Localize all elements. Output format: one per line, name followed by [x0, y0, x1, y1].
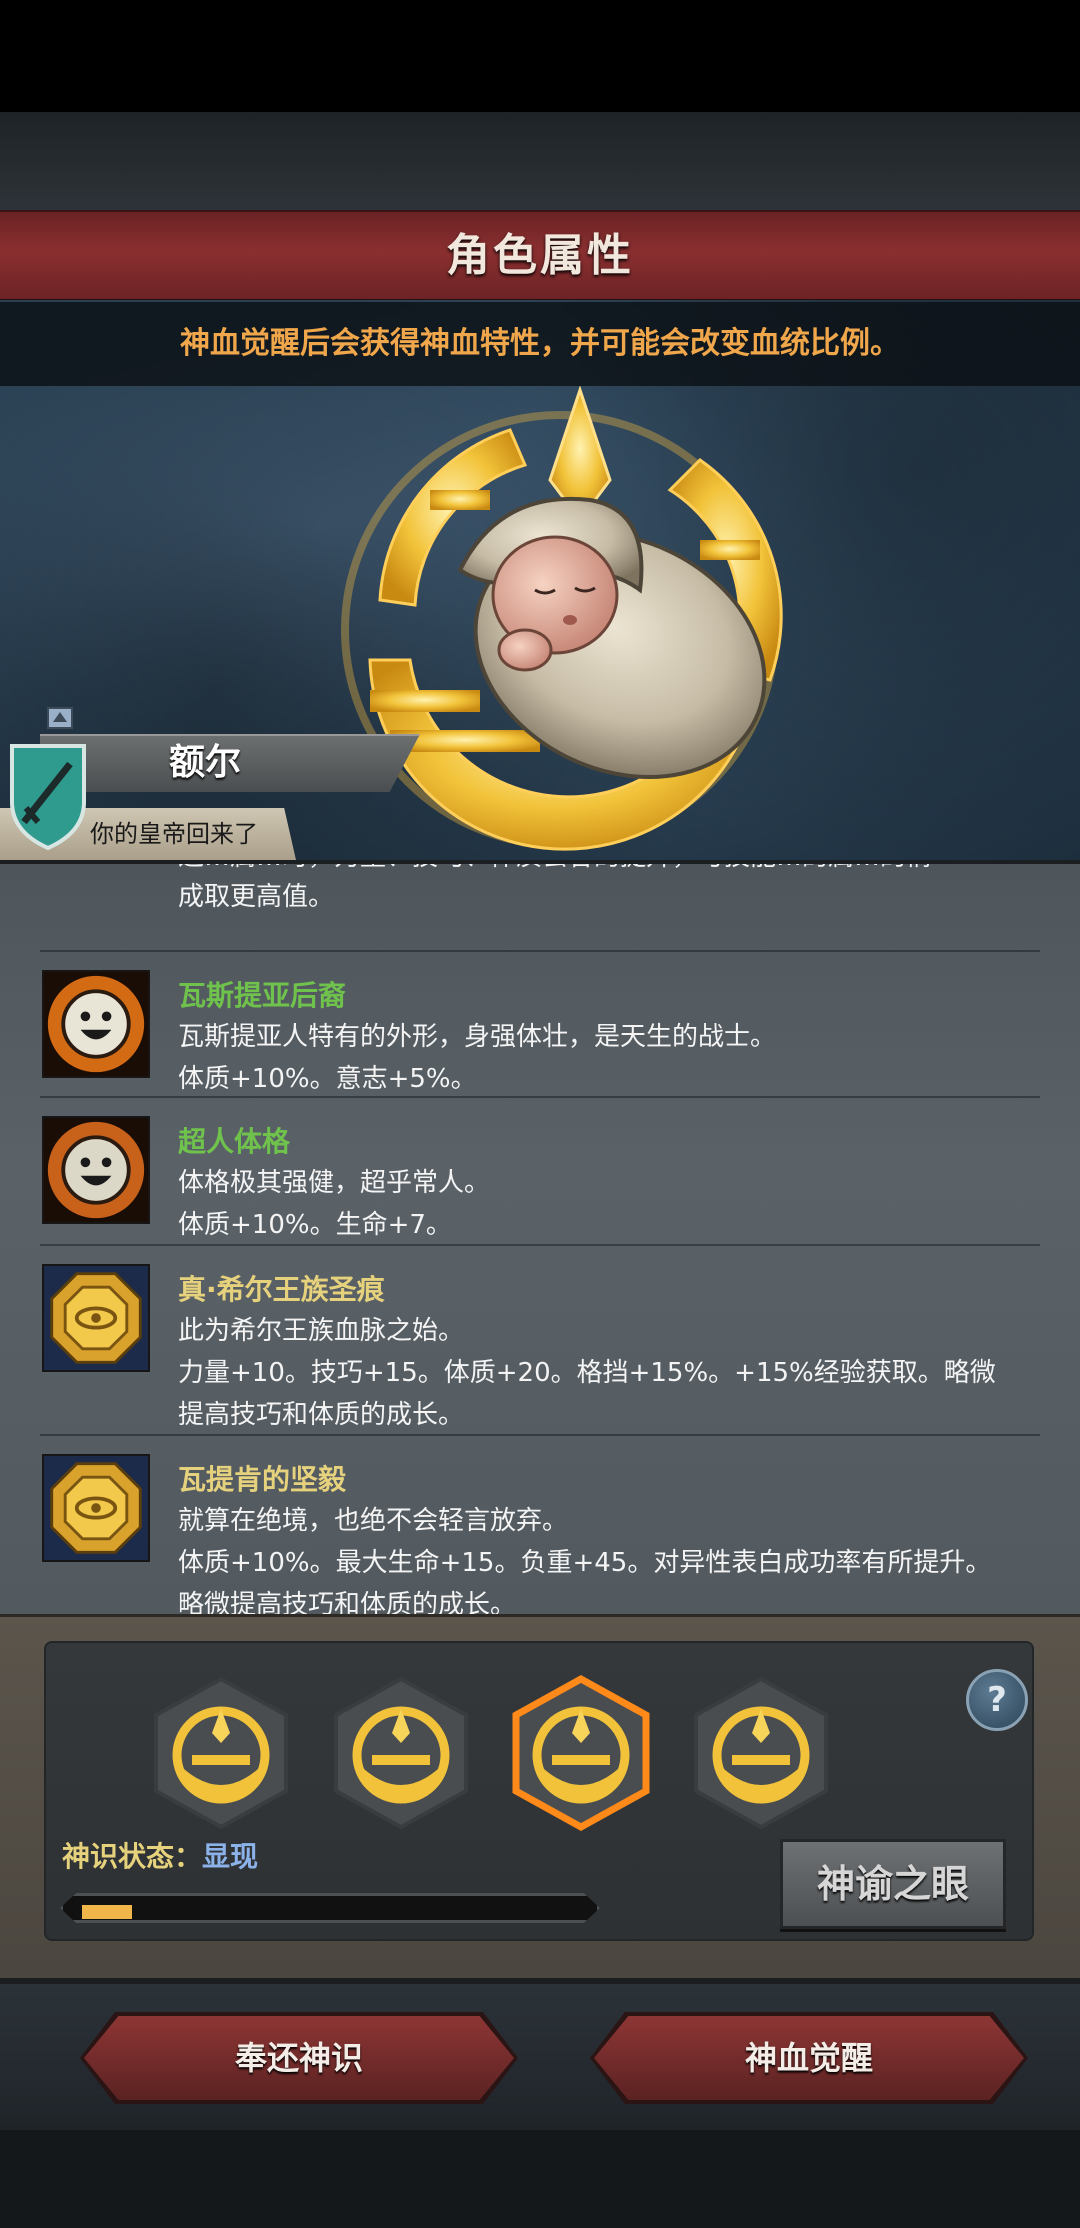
- trait-effect: 略微提高技巧和体质的成长。: [178, 1590, 517, 1616]
- awakening-slots-panel: ? 神识状态：显现 神谕之眼: [44, 1641, 1034, 1941]
- divider: [40, 1244, 1040, 1246]
- awakening-slot-2[interactable]: [326, 1673, 476, 1833]
- trait-list[interactable]: 这…属…时，力量、技巧、体质会各的提升，与技能…的属…的情 成取更高值。 瓦斯提…: [0, 860, 1080, 1616]
- trait-effect: 力量+10。技巧+15。体质+20。格挡+15%。+15%经验获取。略微: [178, 1358, 996, 1388]
- divine-sense-progress-bar: [60, 1893, 600, 1923]
- shield-sword-icon[interactable]: [8, 742, 88, 852]
- trait-name: 真·希尔王族圣痕: [178, 1273, 385, 1306]
- trait-name: 瓦提肯的坚毅: [178, 1463, 347, 1496]
- trait-name: 瓦斯提亚后裔: [178, 979, 347, 1012]
- divine-blood-awaken-label: 神血觉醒: [744, 2039, 873, 2077]
- page-title: 角色属性: [446, 230, 634, 281]
- divider: [40, 950, 1040, 952]
- trait-effect: 体质+10%。最大生命+15。负重+45。对异性表白成功率有所提升。: [178, 1548, 992, 1578]
- top-band: [0, 112, 1080, 212]
- divine-blood-awaken-button[interactable]: 神血觉醒: [590, 2012, 1028, 2104]
- return-divine-sense-label: 奉还神识: [234, 2039, 363, 2077]
- swaddled-baby-portrait: [457, 496, 767, 779]
- bottom-action-bar: 奉还神识 神血觉醒: [0, 1984, 1080, 2228]
- trait-name: 超人体格: [178, 1125, 291, 1158]
- trait-partial-line: 成取更高值。: [178, 882, 335, 912]
- notice-banner: 神血觉醒后会获得神血特性，并可能会改变血统比例。: [0, 302, 1080, 386]
- awakening-panel: ? 神识状态：显现 神谕之眼: [0, 1614, 1080, 1984]
- divine-sense-status: 神识状态：显现: [62, 1835, 258, 1875]
- status-bar-area: [0, 0, 1080, 112]
- smiling-face-icon: [42, 1116, 150, 1224]
- trait-description: 体格极其强健，超乎常人。: [178, 1168, 491, 1198]
- trait-description: 就算在绝境，也绝不会轻言放弃。: [178, 1506, 569, 1536]
- trait-effect: 体质+10%。意志+5%。: [178, 1064, 477, 1094]
- notice-text: 神血觉醒后会获得神血特性，并可能会改变血统比例。: [180, 326, 900, 361]
- help-icon[interactable]: ?: [966, 1669, 1028, 1731]
- rank-crown-icon: [47, 707, 73, 729]
- character-subtitle: 你的皇帝回来了: [90, 820, 258, 848]
- awakening-slot-1[interactable]: [146, 1673, 296, 1833]
- status-value: 显现: [202, 1840, 259, 1873]
- oracle-eye-button[interactable]: 神谕之眼: [780, 1839, 1006, 1929]
- awakening-slot-3[interactable]: [506, 1673, 656, 1833]
- smiling-face-icon: [42, 970, 150, 1078]
- progress-fill: [82, 1905, 132, 1919]
- title-bar: 角色属性: [0, 210, 1080, 302]
- gold-seal-icon: [42, 1264, 150, 1372]
- gold-seal-icon: [42, 1454, 150, 1562]
- divider: [40, 1434, 1040, 1436]
- divider: [40, 1096, 1040, 1098]
- trait-effect: 提高技巧和体质的成长。: [178, 1400, 465, 1430]
- trait-effect: 体质+10%。生命+7。: [178, 1210, 452, 1240]
- character-name: 额尔: [168, 742, 241, 783]
- oracle-eye-label: 神谕之眼: [816, 1862, 969, 1906]
- awakening-slot-4[interactable]: [686, 1673, 836, 1833]
- trait-description: 瓦斯提亚人特有的外形，身强体壮，是天生的战士。: [178, 1022, 777, 1052]
- navigation-bar-area: [0, 2130, 1080, 2228]
- return-divine-sense-button[interactable]: 奉还神识: [80, 2012, 518, 2104]
- status-label: 神识状态：: [62, 1840, 203, 1873]
- trait-description: 此为希尔王族血脉之始。: [178, 1316, 465, 1346]
